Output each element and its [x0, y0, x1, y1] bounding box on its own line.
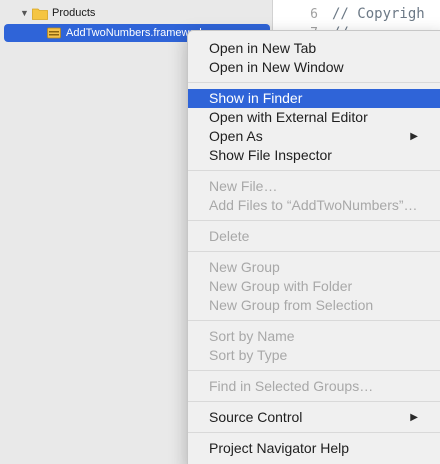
- menu-separator: [188, 220, 440, 221]
- menu-item-add-files: Add Files to “AddTwoNumbers”…: [209, 197, 418, 213]
- line-number: 6: [310, 7, 318, 22]
- menu-item-project-navigator-help[interactable]: Project Navigator Help: [188, 439, 440, 458]
- tree-row-products[interactable]: ▼ Products: [20, 4, 95, 22]
- menu-item-new-group-from-selection: New Group from Selection: [209, 297, 374, 313]
- menu-separator: [188, 401, 440, 402]
- disclosure-triangle-icon[interactable]: ▼: [20, 8, 32, 18]
- code-line: 6 // Copyrigh: [273, 6, 425, 24]
- menu-item-find-in-selected-groups: Find in Selected Groups…: [209, 378, 374, 394]
- menu-item-open-with-external-editor[interactable]: Open with External Editor: [188, 108, 440, 127]
- menu-item-sort-by-name: Sort by Name: [209, 328, 295, 344]
- menu-item-source-control[interactable]: Source Control ▶: [188, 408, 440, 427]
- tree-row-label: Products: [52, 7, 96, 19]
- menu-separator: [188, 82, 440, 83]
- menu-item-open-in-new-window[interactable]: Open in New Window: [188, 58, 440, 77]
- menu-separator: [188, 432, 440, 433]
- menu-item-new-group-with-folder: New Group with Folder: [209, 278, 353, 294]
- menu-item-new-file: New File…: [209, 178, 278, 194]
- menu-separator: [188, 320, 440, 321]
- menu-item-sort-by-type: Sort by Type: [209, 347, 288, 363]
- menu-item-new-group: New Group: [209, 259, 280, 275]
- folder-icon: [32, 7, 48, 20]
- menu-item-delete: Delete: [209, 228, 250, 244]
- menu-item-show-in-finder[interactable]: Show in Finder: [188, 89, 440, 108]
- menu-item-label: Source Control: [209, 409, 303, 425]
- menu-item-show-file-inspector[interactable]: Show File Inspector: [188, 146, 440, 165]
- menu-separator: [188, 170, 440, 171]
- tree-row-label: AddTwoNumbers.framework: [66, 27, 205, 39]
- submenu-arrow-icon: ▶: [410, 131, 418, 142]
- context-menu: Open in New Tab Open in New Window Show …: [187, 30, 440, 464]
- menu-item-open-in-new-tab[interactable]: Open in New Tab: [188, 39, 440, 58]
- menu-separator: [188, 370, 440, 371]
- framework-icon: [47, 27, 61, 39]
- menu-item-label: Open As: [209, 128, 263, 144]
- menu-item-open-as[interactable]: Open As ▶: [188, 127, 440, 146]
- code-text: // Copyrigh: [332, 6, 425, 22]
- menu-separator: [188, 251, 440, 252]
- submenu-arrow-icon: ▶: [410, 412, 418, 423]
